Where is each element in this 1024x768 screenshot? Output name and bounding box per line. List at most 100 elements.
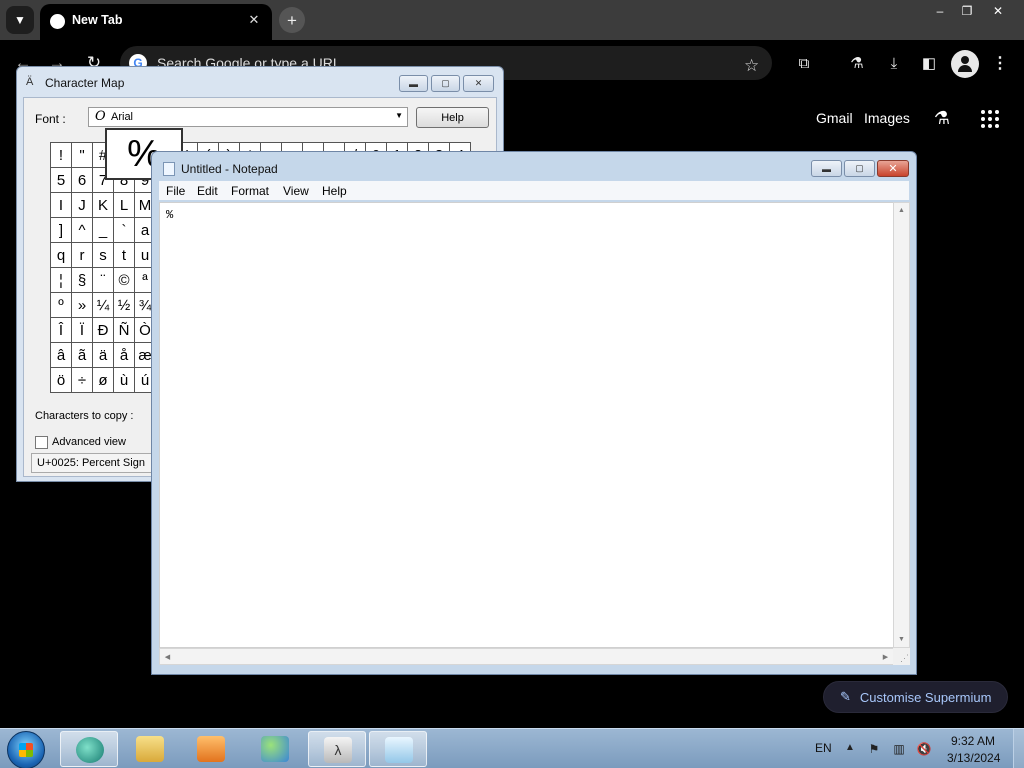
notepad-app-icon bbox=[163, 162, 175, 176]
resize-grip-icon[interactable]: ⋰ bbox=[893, 648, 910, 665]
char-cell[interactable]: J bbox=[72, 193, 93, 218]
char-cell[interactable]: Ñ bbox=[114, 318, 135, 343]
char-cell[interactable]: ä bbox=[93, 343, 114, 368]
bookmark-star-icon[interactable]: ☆ bbox=[744, 56, 759, 76]
chevron-down-icon: ▼ bbox=[14, 13, 26, 27]
tab-search-button[interactable]: ▼ bbox=[6, 6, 34, 34]
font-select[interactable]: O Arial ▼ bbox=[88, 107, 408, 127]
tab-close-icon[interactable]: ✕ bbox=[244, 10, 264, 30]
advanced-view-checkbox[interactable] bbox=[35, 436, 48, 449]
char-cell[interactable]: â bbox=[51, 343, 72, 368]
char-cell[interactable]: Î bbox=[51, 318, 72, 343]
taskbar-explorer[interactable] bbox=[121, 731, 179, 767]
taskbar-browser[interactable] bbox=[60, 731, 118, 767]
charmap-minimize-button[interactable]: ▬ bbox=[399, 75, 428, 92]
char-cell[interactable]: ÷ bbox=[72, 368, 93, 393]
labs-flask-icon[interactable]: ⚗ bbox=[846, 52, 868, 74]
tab-favicon-icon bbox=[50, 14, 65, 29]
char-cell[interactable]: ¼ bbox=[93, 293, 114, 318]
char-cell[interactable]: ` bbox=[114, 218, 135, 243]
pencil-icon: ✎ bbox=[840, 689, 851, 704]
char-cell[interactable]: _ bbox=[93, 218, 114, 243]
horizontal-scrollbar[interactable]: ◀ ▶ bbox=[159, 648, 894, 665]
clock-time[interactable]: 9:32 AM bbox=[951, 734, 995, 748]
help-button[interactable]: Help bbox=[416, 107, 489, 128]
gmail-link[interactable]: Gmail bbox=[816, 110, 853, 126]
more-menu-icon[interactable]: ⋮ bbox=[992, 52, 1008, 74]
char-cell[interactable]: ] bbox=[51, 218, 72, 243]
char-cell[interactable]: 5 bbox=[51, 168, 72, 193]
vertical-scrollbar[interactable]: ▲ ▼ bbox=[893, 202, 910, 648]
notepad-close-button[interactable]: ✕ bbox=[877, 160, 909, 177]
notepad-title: Untitled - Notepad bbox=[181, 162, 278, 176]
char-cell[interactable]: ! bbox=[51, 143, 72, 168]
new-tab-button[interactable]: + bbox=[279, 7, 305, 33]
scroll-up-icon[interactable]: ▲ bbox=[894, 203, 909, 218]
char-cell[interactable]: ½ bbox=[114, 293, 135, 318]
profile-avatar-icon[interactable] bbox=[951, 50, 979, 78]
images-link[interactable]: Images bbox=[864, 110, 910, 126]
char-cell[interactable]: s bbox=[93, 243, 114, 268]
menu-file[interactable]: File bbox=[166, 184, 185, 198]
volume-muted-icon[interactable]: 🔇 bbox=[916, 741, 932, 757]
char-cell[interactable]: I bbox=[51, 193, 72, 218]
extensions-icon[interactable]: ⧉ bbox=[793, 52, 815, 74]
char-cell[interactable]: Ï bbox=[72, 318, 93, 343]
char-cell[interactable]: r bbox=[72, 243, 93, 268]
characters-to-copy-label: Characters to copy : bbox=[35, 410, 134, 422]
search-labs-icon[interactable]: ⚗ bbox=[931, 106, 953, 130]
start-button[interactable] bbox=[7, 731, 45, 768]
action-center-flag-icon[interactable]: ⚑ bbox=[866, 741, 882, 757]
char-cell[interactable]: " bbox=[72, 143, 93, 168]
taskbar-notepad[interactable] bbox=[369, 731, 427, 767]
menu-help[interactable]: Help bbox=[322, 184, 347, 198]
char-cell[interactable]: 6 bbox=[72, 168, 93, 193]
menu-format[interactable]: Format bbox=[231, 184, 269, 198]
char-cell[interactable]: ã bbox=[72, 343, 93, 368]
char-cell[interactable]: ^ bbox=[72, 218, 93, 243]
char-cell[interactable]: ¨ bbox=[93, 268, 114, 293]
menu-edit[interactable]: Edit bbox=[197, 184, 218, 198]
minimize-icon: ▬ bbox=[822, 163, 831, 174]
char-cell[interactable]: Ð bbox=[93, 318, 114, 343]
scroll-left-icon[interactable]: ◀ bbox=[160, 649, 175, 664]
notepad-minimize-button[interactable]: ▬ bbox=[811, 160, 842, 177]
taskbar-media-player[interactable] bbox=[182, 731, 240, 767]
menu-view[interactable]: View bbox=[283, 184, 309, 198]
close-window-button[interactable]: ✕ bbox=[982, 0, 1014, 22]
char-cell[interactable]: t bbox=[114, 243, 135, 268]
char-cell[interactable]: © bbox=[114, 268, 135, 293]
charmap-maximize-button[interactable]: ▢ bbox=[431, 75, 460, 92]
char-cell[interactable]: ¦ bbox=[51, 268, 72, 293]
side-panel-icon[interactable]: ◧ bbox=[918, 52, 940, 74]
restore-button[interactable]: ❐ bbox=[951, 0, 983, 22]
show-hidden-icons-icon[interactable]: ▲ bbox=[845, 742, 855, 753]
google-apps-icon[interactable] bbox=[981, 110, 999, 128]
taskbar-users[interactable] bbox=[246, 731, 304, 767]
char-cell[interactable]: º bbox=[51, 293, 72, 318]
scroll-down-icon[interactable]: ▼ bbox=[894, 632, 909, 647]
download-icon[interactable]: ⤓ bbox=[883, 52, 905, 74]
notepad-text-area[interactable]: % bbox=[159, 202, 894, 648]
tab-new-tab[interactable]: New Tab ✕ bbox=[40, 4, 272, 40]
taskbar-charmap[interactable]: λ bbox=[308, 731, 366, 767]
clock-date[interactable]: 3/13/2024 bbox=[947, 751, 1000, 765]
close-icon: ✕ bbox=[474, 78, 483, 88]
char-cell[interactable]: § bbox=[72, 268, 93, 293]
char-cell[interactable]: ö bbox=[51, 368, 72, 393]
char-cell[interactable]: L bbox=[114, 193, 135, 218]
char-cell[interactable]: K bbox=[93, 193, 114, 218]
scroll-right-icon[interactable]: ▶ bbox=[878, 649, 893, 664]
char-cell[interactable]: » bbox=[72, 293, 93, 318]
char-cell[interactable]: å bbox=[114, 343, 135, 368]
char-cell[interactable]: ø bbox=[93, 368, 114, 393]
char-cell[interactable]: ù bbox=[114, 368, 135, 393]
language-indicator[interactable]: EN bbox=[815, 741, 832, 755]
char-cell[interactable]: q bbox=[51, 243, 72, 268]
customise-button[interactable]: ✎ Customise Supermium bbox=[823, 681, 1008, 713]
notepad-maximize-button[interactable]: ▢ bbox=[844, 160, 875, 177]
charmap-close-button[interactable]: ✕ bbox=[463, 75, 494, 92]
show-desktop-button[interactable] bbox=[1013, 729, 1024, 768]
close-icon: ✕ bbox=[888, 163, 898, 175]
network-icon[interactable]: ▥ bbox=[891, 741, 907, 757]
